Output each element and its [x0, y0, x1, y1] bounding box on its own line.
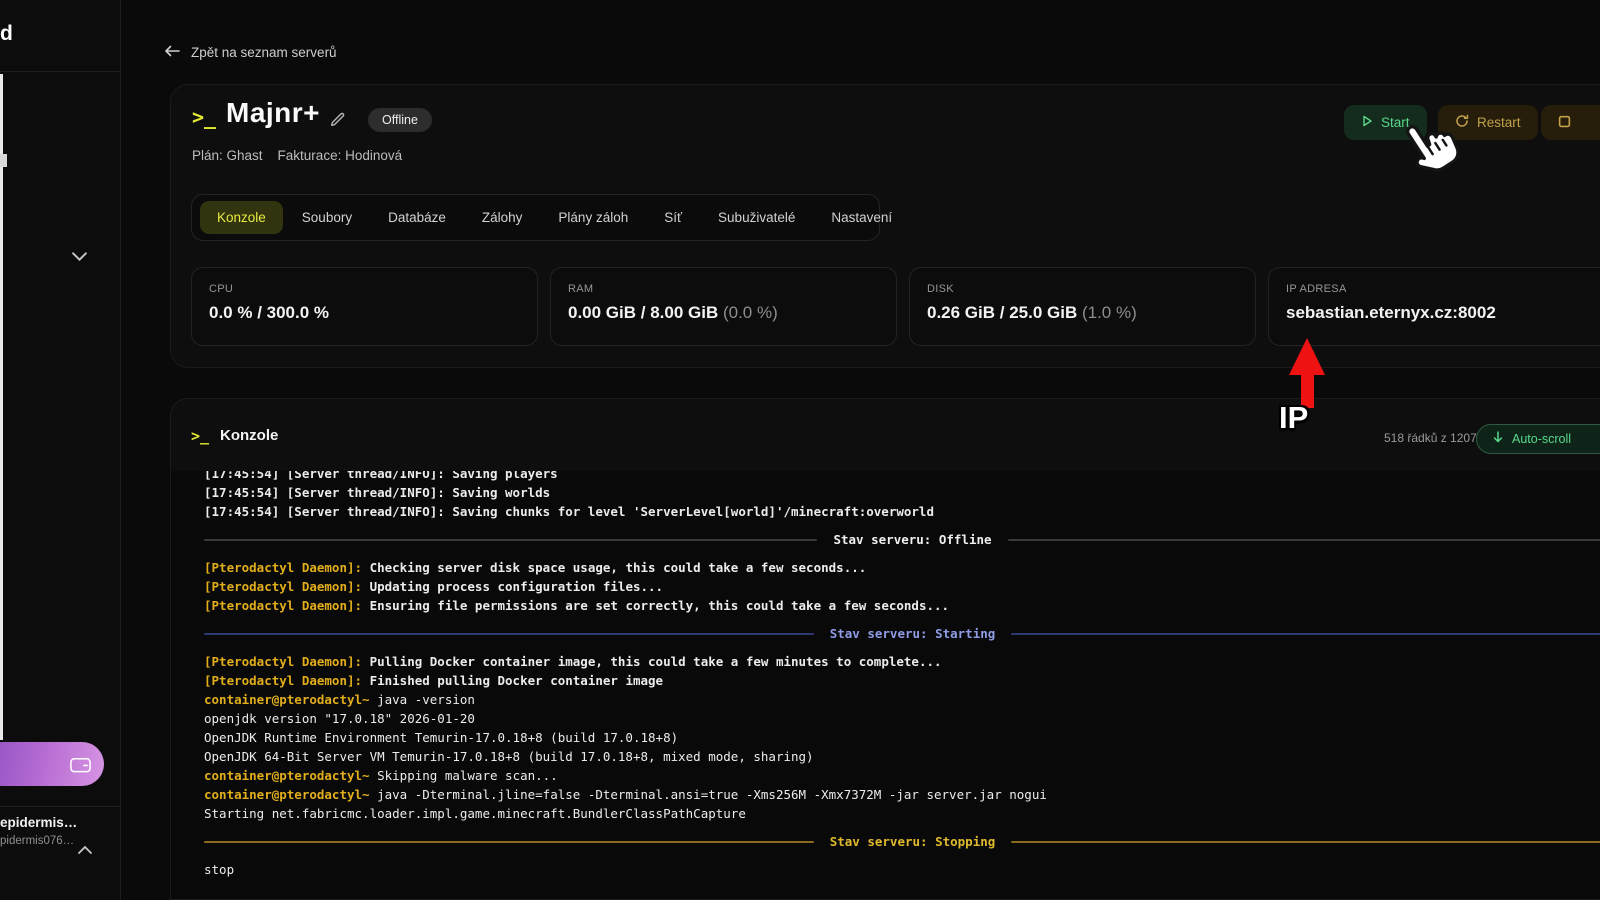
divider-line: [204, 841, 814, 843]
stat-value: 0.0 % / 300.0 %: [209, 303, 520, 323]
stat-value-muted: (1.0 %): [1077, 303, 1137, 322]
console-line: [17:45:54] [Server thread/INFO]: Saving …: [204, 502, 1600, 521]
console-line: container@pterodactyl~ java -version: [204, 690, 1600, 709]
tab-sit[interactable]: Síť: [647, 201, 699, 234]
divider-status-text: Stav serveru: Stopping: [830, 832, 996, 851]
terminal-prompt-icon: >_: [192, 105, 216, 129]
divider-line: [1008, 539, 1600, 541]
autoscroll-button[interactable]: Auto-scroll: [1476, 424, 1600, 454]
console-line: openjdk version "17.0.18" 2026-01-20: [204, 709, 1600, 728]
annotation-arrow-up: [1289, 338, 1325, 408]
user-name: epidermis…: [0, 815, 77, 830]
back-link-label: Zpět na seznam serverů: [191, 45, 337, 60]
server-header-card: >_ Majnr+ Offline Plán: Ghast Fakturace:…: [170, 84, 1600, 368]
stat-card-ip-adresa: IP ADRESA sebastian.eternyx.cz:8002: [1268, 267, 1600, 346]
logo-text-fragment: d: [0, 22, 13, 46]
stat-label: IP ADRESA: [1286, 283, 1597, 295]
console-line: [17:45:54] [Server thread/INFO]: Saving …: [204, 483, 1600, 502]
console-line-prefix: container@pterodactyl~: [204, 692, 370, 707]
tab-soubory[interactable]: Soubory: [285, 201, 369, 234]
stat-value-muted: (0.0 %): [718, 303, 778, 322]
sidebar: d epidermis… pidermis076…: [0, 0, 121, 900]
stat-value: 0.00 GiB / 8.00 GiB (0.0 %): [568, 303, 879, 323]
console-line-prefix: [Pterodactyl Daemon]:: [204, 673, 362, 688]
stat-label: RAM: [568, 283, 879, 295]
chevron-down-icon[interactable]: [72, 248, 87, 257]
console-line: OpenJDK Runtime Environment Temurin-17.0…: [204, 728, 1600, 747]
console-status-divider-offline: Stav serveru: Offline: [204, 530, 1600, 549]
sidebar-divider: [0, 71, 120, 72]
console-line-prefix: [Pterodactyl Daemon]:: [204, 598, 362, 613]
stats-row: CPU 0.0 % / 300.0 % RAM 0.00 GiB / 8.00 GiB…: [191, 267, 1600, 346]
console-line: [17:45:54] [Server thread/INFO]: Saving …: [204, 471, 1600, 483]
stat-value: 0.26 GiB / 25.0 GiB (1.0 %): [927, 303, 1238, 323]
divider-status-text: Stav serveru: Starting: [830, 624, 996, 643]
console-line: Starting net.fabricmc.loader.impl.game.m…: [204, 804, 1600, 823]
terminal-prompt-icon: >_: [191, 427, 209, 445]
plan-info-row: Plán: Ghast Fakturace: Hodinová: [192, 148, 402, 163]
divider-line: [1011, 841, 1600, 843]
tab-nastaveni[interactable]: Nastavení: [814, 201, 909, 234]
sidebar-item-fragment: [0, 154, 7, 167]
back-link[interactable]: Zpět na seznam serverů: [164, 45, 337, 60]
divider-line: [204, 539, 817, 541]
divider-line: [1011, 633, 1600, 635]
console-line: container@pterodactyl~ Skipping malware …: [204, 766, 1600, 785]
console-line-prefix: container@pterodactyl~: [204, 787, 370, 802]
console-line-counter: 518 řádků z 1207: [1384, 431, 1477, 445]
tab-subuzivatele[interactable]: Subuživatelé: [701, 201, 812, 234]
restart-button-label: Restart: [1477, 115, 1521, 130]
console-line: [Pterodactyl Daemon]: Finished pulling D…: [204, 671, 1600, 690]
console-status-divider-stopping: Stav serveru: Stopping: [204, 832, 1600, 851]
divider-status-text: Stav serveru: Offline: [833, 530, 991, 549]
console-card: >_ Konzole 518 řádků z 1207 Auto-scroll …: [170, 398, 1600, 900]
console-title: Konzole: [220, 427, 278, 444]
console-line: stop: [204, 860, 1600, 879]
autoscroll-label: Auto-scroll: [1512, 432, 1571, 446]
sidebar-edge-sliver: [0, 74, 3, 740]
console-line-prefix: container@pterodactyl~: [204, 768, 370, 783]
play-icon: [1361, 115, 1373, 130]
stat-label: DISK: [927, 283, 1238, 295]
tabs-bar: KonzoleSouboryDatabázeZálohyPlány zálohS…: [191, 194, 880, 241]
server-panel-page: d epidermis… pidermis076… Zpět na seznam…: [0, 0, 1600, 900]
stat-card-disk: DISK 0.26 GiB / 25.0 GiB (1.0 %): [909, 267, 1256, 346]
status-badge: Offline: [368, 108, 432, 132]
console-line-prefix: [Pterodactyl Daemon]:: [204, 579, 362, 594]
edit-name-pencil-icon[interactable]: [329, 111, 346, 133]
divider-line: [204, 633, 814, 635]
console-line: [Pterodactyl Daemon]: Updating process c…: [204, 577, 1600, 596]
arrow-down-icon: [1493, 431, 1503, 447]
stat-card-cpu: CPU 0.0 % / 300.0 %: [191, 267, 538, 346]
console-line: [Pterodactyl Daemon]: Checking server di…: [204, 558, 1600, 577]
tab-databaze[interactable]: Databáze: [371, 201, 463, 234]
stop-icon: [1558, 115, 1571, 131]
user-handle: pidermis076…: [0, 835, 74, 847]
sidebar-divider: [0, 806, 120, 807]
plan-label: Plán: Ghast: [192, 148, 263, 163]
console-line: OpenJDK 64-Bit Server VM Temurin-17.0.18…: [204, 747, 1600, 766]
console-line-prefix: [Pterodactyl Daemon]:: [204, 654, 362, 669]
console-status-divider-starting: Stav serveru: Starting: [204, 624, 1600, 643]
stat-card-ram: RAM 0.00 GiB / 8.00 GiB (0.0 %): [550, 267, 897, 346]
console-output[interactable]: [17:45:54] [Server thread/INFO]: Saving …: [171, 471, 1600, 900]
back-arrow-icon: [164, 45, 180, 60]
tab-plany-zaloh[interactable]: Plány záloh: [541, 201, 645, 234]
console-line: [Pterodactyl Daemon]: Ensuring file perm…: [204, 596, 1600, 615]
annotation-ip-label: IP: [1279, 400, 1308, 436]
restart-icon: [1455, 114, 1469, 131]
stop-button[interactable]: [1541, 105, 1600, 140]
console-line-prefix: [Pterodactyl Daemon]:: [204, 560, 362, 575]
stat-label: CPU: [209, 283, 520, 295]
stat-value: sebastian.eternyx.cz:8002: [1286, 303, 1597, 323]
tab-konzole[interactable]: Konzole: [200, 201, 283, 234]
billing-label: Fakturace: Hodinová: [278, 148, 403, 163]
server-name: Majnr+: [226, 97, 320, 129]
chevron-up-icon[interactable]: [78, 841, 92, 849]
annotation-arrow-head: [1289, 338, 1325, 375]
wallet-button[interactable]: [0, 742, 104, 786]
console-line: [Pterodactyl Daemon]: Pulling Docker con…: [204, 652, 1600, 671]
console-line: container@pterodactyl~ java -Dterminal.j…: [204, 785, 1600, 804]
tab-zalohy[interactable]: Zálohy: [465, 201, 540, 234]
